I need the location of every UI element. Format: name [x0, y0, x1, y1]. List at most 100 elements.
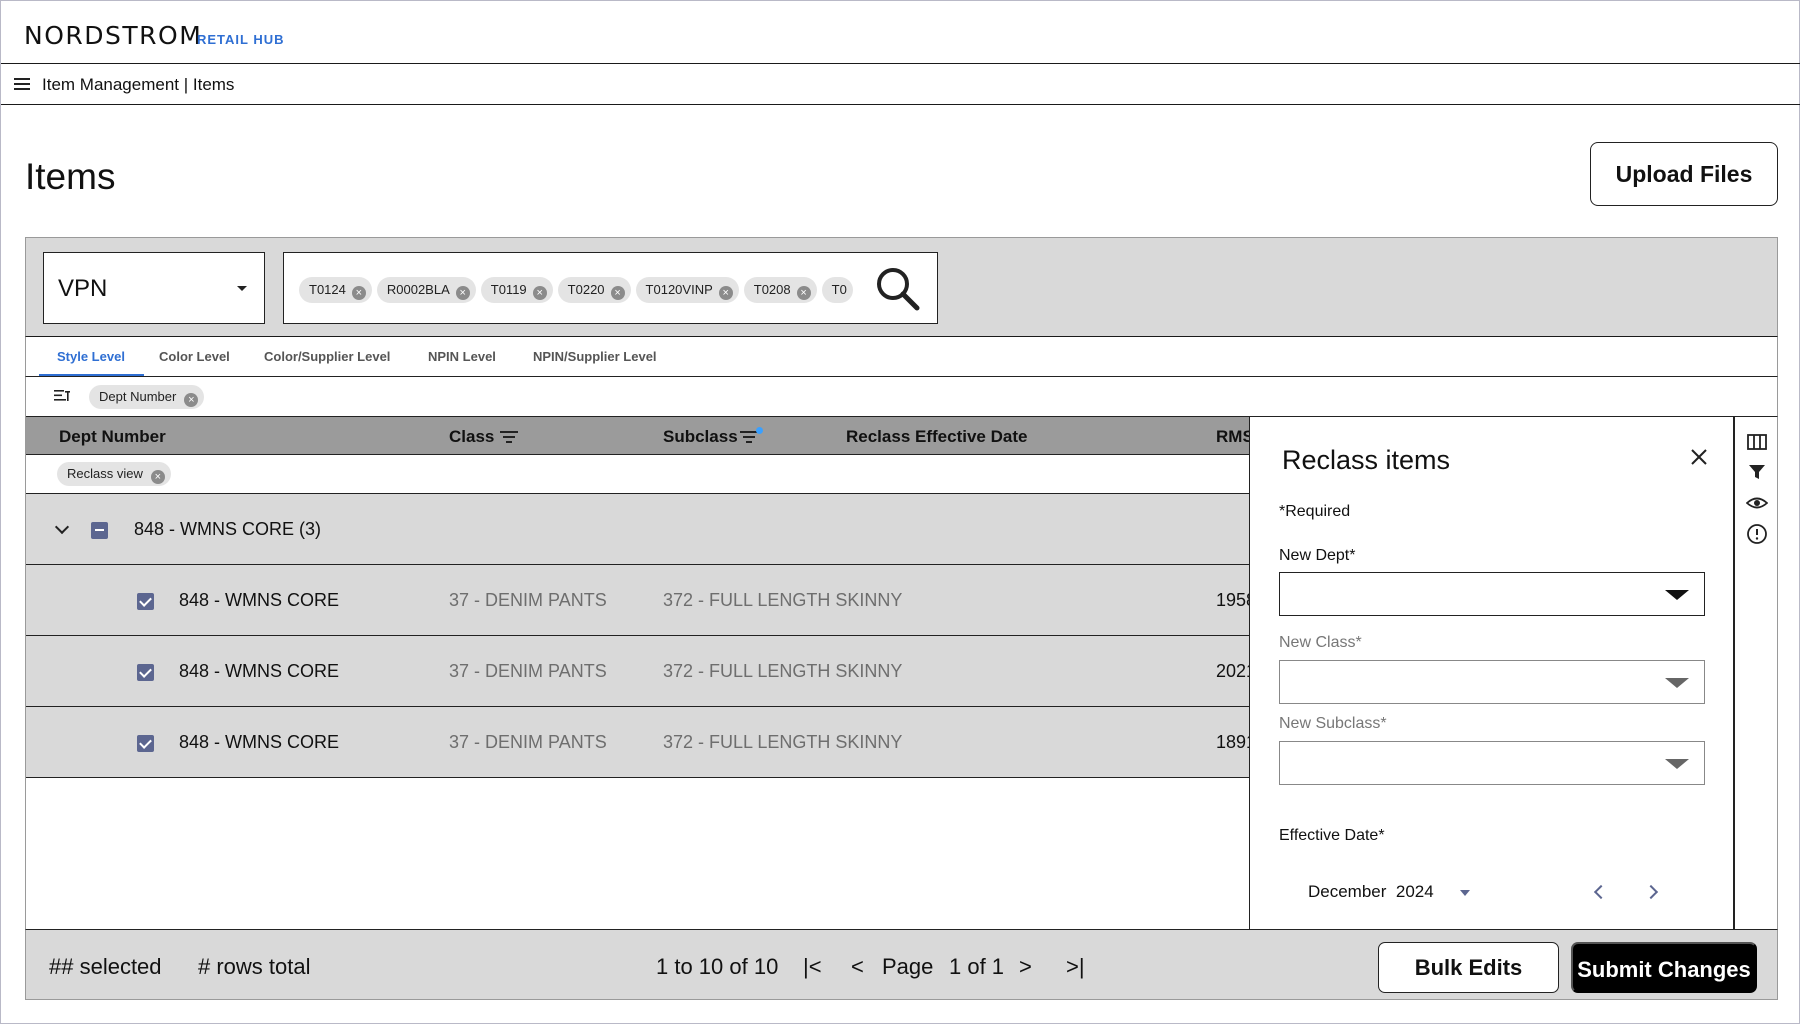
cell-rms: 1958: [1216, 590, 1249, 610]
chevron-right-icon[interactable]: [1643, 884, 1659, 900]
info-alert-icon[interactable]: [1746, 523, 1768, 545]
new-class-dropdown[interactable]: [1279, 660, 1705, 704]
rows-total: # rows total: [198, 954, 311, 979]
column-header-dept-number[interactable]: Dept Number: [59, 427, 166, 447]
cell-subclass: 372 - FULL LENGTH SKINNY: [663, 732, 903, 752]
tab-npin-supplier-level[interactable]: NPIN/Supplier Level: [533, 349, 657, 364]
page-title: Items: [25, 156, 116, 197]
calendar-month-select[interactable]: December 2024: [1308, 882, 1434, 902]
hamburger-menu-icon[interactable]: [14, 78, 30, 90]
caret-down-icon: [1665, 759, 1689, 769]
first-page-button[interactable]: |<: [803, 954, 822, 980]
table-row[interactable]: 848 - WMNS CORE 37 - DENIM PANTS 372 - F…: [26, 636, 1249, 707]
tab-npin-level[interactable]: NPIN Level: [428, 349, 496, 364]
cell-rms: 1891: [1216, 732, 1249, 752]
search-chip-input[interactable]: T0124 × R0002BLA × T0119 × T0220 × T0120VINP × T02…: [283, 252, 938, 324]
view-chip-row: Reclass view ×: [26, 455, 1249, 494]
brand-logo[interactable]: NORDSTROM: [24, 21, 202, 50]
table-row[interactable]: 848 - WMNS CORE 37 - DENIM PANTS 372 - F…: [26, 707, 1249, 778]
eye-icon[interactable]: [1746, 492, 1768, 514]
column-header-reclass-effective-date[interactable]: Reclass Effective Date: [846, 427, 1027, 447]
upload-files-button[interactable]: Upload Files: [1590, 142, 1778, 206]
caret-down-icon: [237, 286, 247, 291]
filter-lines-icon[interactable]: [500, 431, 518, 443]
brand-subtitle: RETAIL HUB: [197, 32, 285, 47]
search-icon[interactable]: [875, 266, 921, 312]
remove-chip-icon[interactable]: ×: [610, 286, 625, 300]
items-grid: Dept Number Class Subclass Reclass Effec…: [25, 416, 1249, 929]
remove-view-icon[interactable]: ×: [150, 470, 165, 484]
cell-class: 37 - DENIM PANTS: [449, 661, 607, 681]
caret-down-icon: [1665, 590, 1689, 600]
range-text: 1 to 10 of 10: [656, 954, 779, 979]
remove-chip-icon[interactable]: ×: [532, 286, 547, 300]
group-checkbox[interactable]: [91, 522, 108, 539]
new-dept-label: New Dept*: [1279, 547, 1356, 564]
tab-style-level[interactable]: Style Level: [57, 349, 125, 364]
sort-icon[interactable]: [54, 389, 70, 402]
search-chip: R0002BLA ×: [376, 277, 476, 303]
grid-header: Dept Number Class Subclass Reclass Effec…: [26, 416, 1249, 455]
close-icon[interactable]: [1689, 447, 1709, 467]
page-of: 1 of 1: [949, 954, 1005, 979]
filter-icon[interactable]: [1746, 461, 1768, 483]
group-row[interactable]: 848 - WMNS CORE (3): [26, 494, 1249, 565]
top-bar: NORDSTROM RETAIL HUB: [1, 1, 1800, 64]
caret-down-icon[interactable]: [1460, 890, 1470, 896]
search-chip: T0208 ×: [743, 277, 817, 303]
next-page-button[interactable]: >: [1019, 954, 1032, 980]
columns-icon[interactable]: [1746, 431, 1768, 453]
remove-chip-icon[interactable]: ×: [718, 286, 733, 300]
new-subclass-dropdown[interactable]: [1279, 741, 1705, 785]
last-page-button[interactable]: >|: [1066, 954, 1085, 980]
chevron-left-icon[interactable]: [1593, 884, 1609, 900]
active-tab-indicator: [39, 374, 144, 376]
search-chip-list: T0124 × R0002BLA × T0119 × T0220 × T0120VINP × T02…: [299, 277, 874, 305]
page-label: Page: [882, 954, 934, 979]
remove-chip-icon[interactable]: ×: [351, 286, 366, 300]
search-chip: T0: [821, 277, 853, 303]
tab-color-supplier-level[interactable]: Color/Supplier Level: [264, 349, 390, 364]
app-window: NORDSTROM RETAIL HUB Item Management | I…: [0, 0, 1800, 1024]
breadcrumb: Item Management | Items: [42, 75, 235, 94]
cell-subclass: 372 - FULL LENGTH SKINNY: [663, 661, 903, 681]
new-dept-dropdown[interactable]: [1279, 572, 1705, 616]
row-checkbox[interactable]: [137, 593, 154, 610]
column-header-subclass[interactable]: Subclass: [663, 427, 738, 447]
bulk-edits-button[interactable]: Bulk Edits: [1378, 942, 1559, 993]
tool-rail: [1734, 416, 1778, 929]
group-label: 848 - WMNS CORE (3): [134, 519, 322, 539]
sort-chip-dept-number: Dept Number ×: [89, 385, 205, 409]
prev-page-button[interactable]: <: [851, 954, 864, 980]
row-checkbox[interactable]: [137, 664, 154, 681]
cell-class: 37 - DENIM PANTS: [449, 732, 607, 752]
row-checkbox[interactable]: [137, 735, 154, 752]
column-header-class[interactable]: Class: [449, 427, 494, 447]
cell-class: 37 - DENIM PANTS: [449, 590, 607, 610]
selected-count: ## selected: [49, 954, 162, 979]
submit-changes-button[interactable]: Submit Changes: [1571, 942, 1757, 993]
reclass-panel: Reclass items *Required New Dept* New Cl…: [1249, 416, 1734, 929]
tab-color-level[interactable]: Color Level: [159, 349, 230, 364]
search-chip: T0119 ×: [480, 277, 553, 303]
id-type-select[interactable]: VPN: [43, 252, 265, 324]
remove-chip-icon[interactable]: ×: [796, 286, 811, 300]
column-header-rms[interactable]: RMS: [1216, 427, 1249, 447]
table-row[interactable]: 848 - WMNS CORE 37 - DENIM PANTS 372 - F…: [26, 565, 1249, 636]
cell-dept: 848 - WMNS CORE: [179, 590, 340, 610]
sort-bar: Dept Number ×: [25, 377, 1778, 416]
remove-sort-icon[interactable]: ×: [184, 393, 199, 407]
reclass-view-chip: Reclass view ×: [57, 462, 171, 486]
cell-dept: 848 - WMNS CORE: [179, 732, 340, 752]
effective-date-label: Effective Date*: [1279, 827, 1385, 844]
cell-rms: 2021: [1216, 661, 1249, 681]
chevron-down-icon[interactable]: [54, 519, 70, 535]
caret-down-icon: [1665, 678, 1689, 688]
filter-lines-icon[interactable]: [740, 431, 758, 443]
required-note: *Required: [1279, 503, 1351, 520]
remove-chip-icon[interactable]: ×: [455, 286, 470, 300]
cell-dept: 848 - WMNS CORE: [179, 661, 340, 681]
search-chip: T0220 ×: [557, 277, 631, 303]
new-subclass-label: New Subclass*: [1279, 715, 1387, 732]
search-chip: T0120VINP ×: [635, 277, 739, 303]
